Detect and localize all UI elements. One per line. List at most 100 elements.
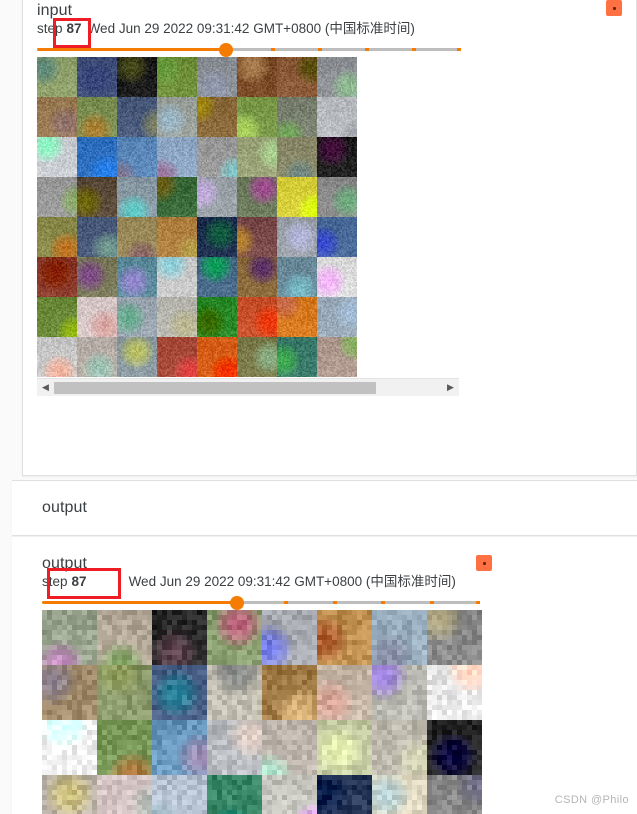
image-tile xyxy=(237,57,277,97)
input-panel-title: input xyxy=(37,2,73,19)
input-step-slider[interactable] xyxy=(37,43,461,57)
image-tile xyxy=(317,610,372,665)
image-tile xyxy=(317,337,357,377)
image-tile xyxy=(372,665,427,720)
image-tile xyxy=(237,137,277,177)
slider-track-remaining xyxy=(237,601,480,604)
image-tile xyxy=(237,297,277,337)
image-tile xyxy=(317,257,357,297)
input-image-grid[interactable] xyxy=(37,57,622,377)
image-tile xyxy=(152,720,207,775)
image-tile xyxy=(77,337,117,377)
slider-tick-mark xyxy=(318,48,323,51)
image-tile xyxy=(317,177,357,217)
output-image-grid[interactable] xyxy=(42,610,622,814)
image-tile xyxy=(117,257,157,297)
badge-dot-icon xyxy=(612,6,616,10)
image-tile xyxy=(317,57,357,97)
image-tile xyxy=(262,665,317,720)
image-tile xyxy=(317,775,372,814)
image-tile xyxy=(317,297,357,337)
image-tile xyxy=(117,137,157,177)
run-color-badge[interactable] xyxy=(476,555,492,571)
slider-tick-mark xyxy=(412,48,417,51)
image-tile xyxy=(37,257,77,297)
image-tile xyxy=(97,665,152,720)
image-tile xyxy=(37,337,77,377)
step-value: 87 xyxy=(66,21,82,36)
image-tile xyxy=(277,257,317,297)
slider-track-filled xyxy=(42,601,238,604)
slider-tick-mark xyxy=(429,601,434,604)
image-tile xyxy=(157,57,197,97)
image-tile xyxy=(317,665,372,720)
image-tile xyxy=(372,610,427,665)
csdn-watermark: CSDN @Philo xyxy=(554,794,629,806)
output-step-slider[interactable] xyxy=(42,596,480,610)
input-horizontal-scrollbar[interactable]: ◀ ▶ xyxy=(37,378,459,396)
image-tile xyxy=(152,665,207,720)
image-tile xyxy=(37,137,77,177)
slider-track-filled xyxy=(37,48,227,51)
input-panel-meta: step 87 Wed Jun 29 2022 09:31:42 GMT+080… xyxy=(37,21,622,37)
image-tile xyxy=(262,720,317,775)
input-panel: input step 87 Wed Jun 29 2022 09:31:42 G… xyxy=(23,0,636,377)
image-tile xyxy=(37,97,77,137)
image-tile xyxy=(42,610,97,665)
output-panel: output step 87 Wed Jun 29 2022 09:31:42 … xyxy=(12,537,637,814)
image-tile xyxy=(277,177,317,217)
slider-tick-mark xyxy=(365,48,370,51)
slider-tick-mark xyxy=(457,48,461,51)
image-tile xyxy=(157,297,197,337)
walltime-text: Wed Jun 29 2022 09:31:42 GMT+0800 (中国标准时… xyxy=(87,21,415,36)
image-tile xyxy=(97,610,152,665)
image-tile xyxy=(117,57,157,97)
image-tile xyxy=(197,57,237,97)
image-tile xyxy=(197,297,237,337)
image-tile xyxy=(42,775,97,814)
image-tile xyxy=(277,57,317,97)
slider-tick-mark xyxy=(381,601,386,604)
image-tile xyxy=(427,610,482,665)
slider-thumb[interactable] xyxy=(219,43,234,57)
image-tile xyxy=(262,610,317,665)
output-image-card: output step 87 Wed Jun 29 2022 09:31:42 … xyxy=(12,537,637,814)
image-tile xyxy=(117,97,157,137)
output-panel-title: output xyxy=(42,555,88,572)
run-color-badge[interactable] xyxy=(606,0,622,16)
image-tile xyxy=(237,217,277,257)
image-tile xyxy=(372,720,427,775)
image-tile xyxy=(117,297,157,337)
image-tile xyxy=(37,177,77,217)
output-section-title: output xyxy=(42,499,88,516)
image-tile xyxy=(427,720,482,775)
scroll-left-arrow-icon[interactable]: ◀ xyxy=(37,379,54,397)
output-section-header-card[interactable]: output xyxy=(12,480,637,536)
scrollbar-thumb[interactable] xyxy=(54,381,377,394)
step-value: 87 xyxy=(71,574,87,589)
image-tile xyxy=(237,257,277,297)
image-tile xyxy=(277,337,317,377)
image-tile xyxy=(97,775,152,814)
image-tile xyxy=(37,297,77,337)
output-panel-meta: step 87 Wed Jun 29 2022 09:31:42 GMT+080… xyxy=(42,574,622,590)
image-tile xyxy=(157,97,197,137)
scroll-right-arrow-icon[interactable]: ▶ xyxy=(442,379,459,397)
image-tile xyxy=(277,217,317,257)
slider-thumb[interactable] xyxy=(230,596,245,610)
image-tile xyxy=(77,297,117,337)
input-image-grid-wrap xyxy=(37,57,622,377)
image-tile xyxy=(157,177,197,217)
image-tile xyxy=(117,337,157,377)
image-tile xyxy=(37,217,77,257)
image-tile xyxy=(117,217,157,257)
image-tile xyxy=(197,337,237,377)
image-tile xyxy=(157,257,197,297)
image-tile xyxy=(77,217,117,257)
image-tile xyxy=(317,137,357,177)
step-label: step xyxy=(42,574,68,589)
image-tile xyxy=(237,337,277,377)
output-image-grid-wrap xyxy=(42,610,622,814)
slider-tick-mark xyxy=(332,601,337,604)
image-tile xyxy=(197,137,237,177)
